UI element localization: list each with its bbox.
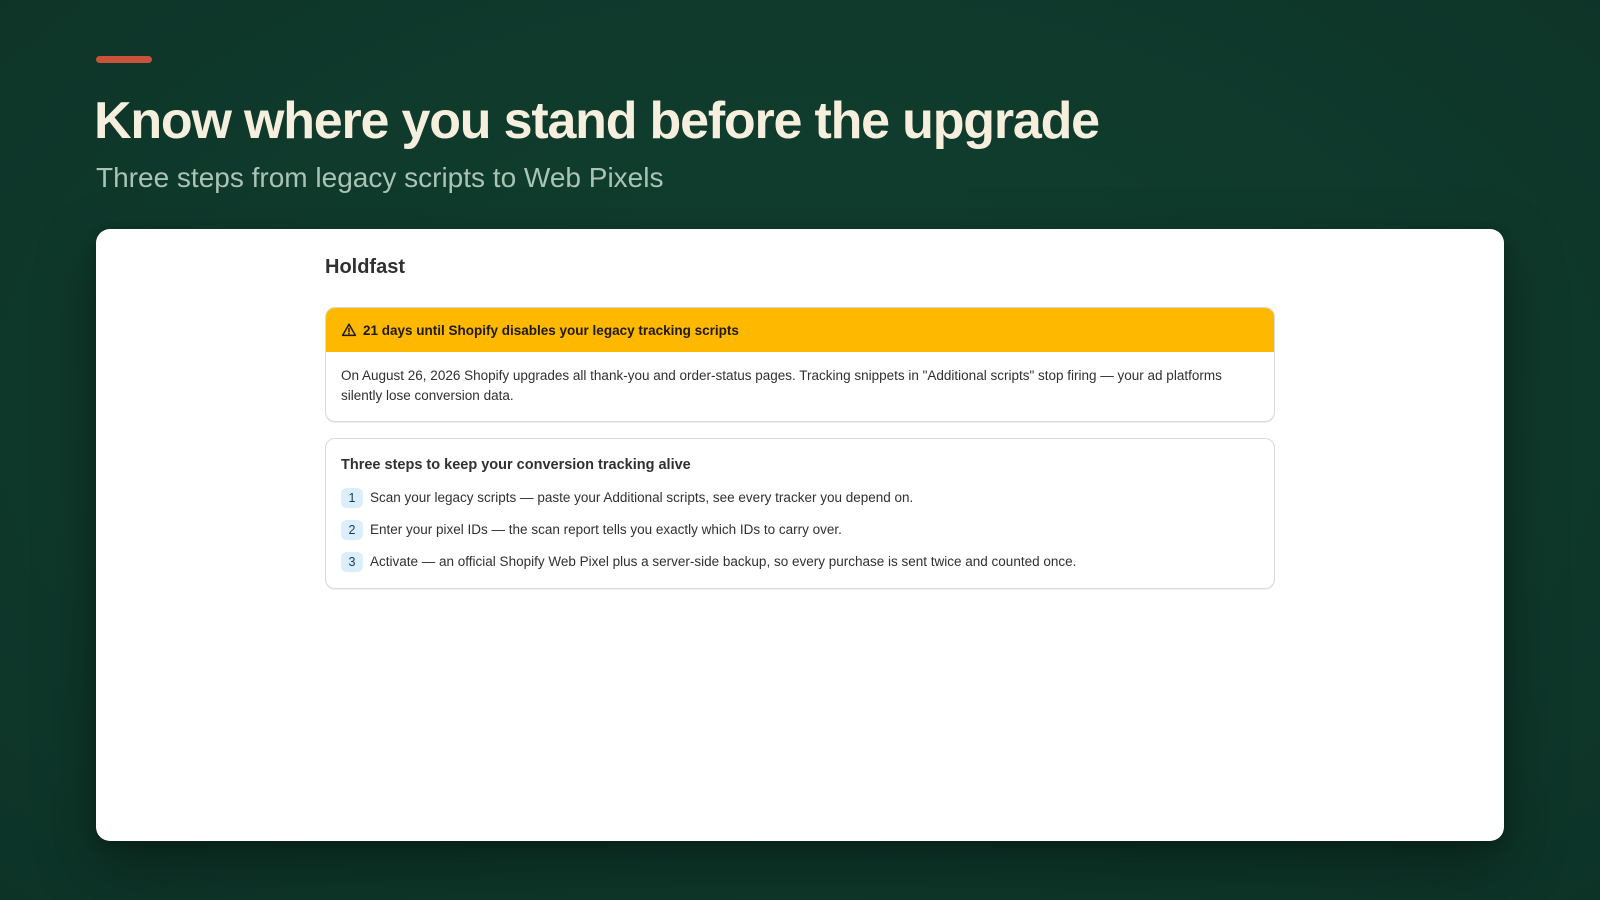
banner-title: 21 days until Shopify disables your lega… [363, 322, 739, 338]
app-window: Holdfast 21 days until Shopify disables … [96, 229, 1504, 841]
accent-bar [96, 56, 152, 63]
step-text: Enter your pixel IDs — the scan report t… [370, 522, 842, 537]
step-number-badge: 2 [341, 520, 363, 540]
hero-subtitle: Three steps from legacy scripts to Web P… [96, 162, 664, 193]
warning-triangle-icon [341, 322, 357, 338]
steps-list: 1 Scan your legacy scripts — paste your … [341, 487, 1259, 573]
step-text: Scan your legacy scripts — paste your Ad… [370, 490, 914, 505]
steps-card: Three steps to keep your conversion trac… [325, 438, 1275, 589]
step-item: 3 Activate — an official Shopify Web Pix… [341, 551, 1259, 573]
app-title: Holdfast [325, 256, 405, 278]
step-number-badge: 1 [341, 488, 363, 508]
steps-title: Three steps to keep your conversion trac… [341, 457, 691, 473]
step-item: 2 Enter your pixel IDs — the scan report… [341, 519, 1259, 541]
hero-title: Know where you stand before the upgrade [94, 92, 1100, 150]
deadline-banner: 21 days until Shopify disables your lega… [325, 307, 1275, 422]
step-number-badge: 3 [341, 552, 363, 572]
banner-header: 21 days until Shopify disables your lega… [326, 308, 1274, 352]
step-text: Activate — an official Shopify Web Pixel… [370, 554, 1077, 569]
app-content: Holdfast 21 days until Shopify disables … [325, 253, 1275, 589]
banner-body: On August 26, 2026 Shopify upgrades all … [341, 368, 1222, 403]
step-item: 1 Scan your legacy scripts — paste your … [341, 487, 1259, 509]
